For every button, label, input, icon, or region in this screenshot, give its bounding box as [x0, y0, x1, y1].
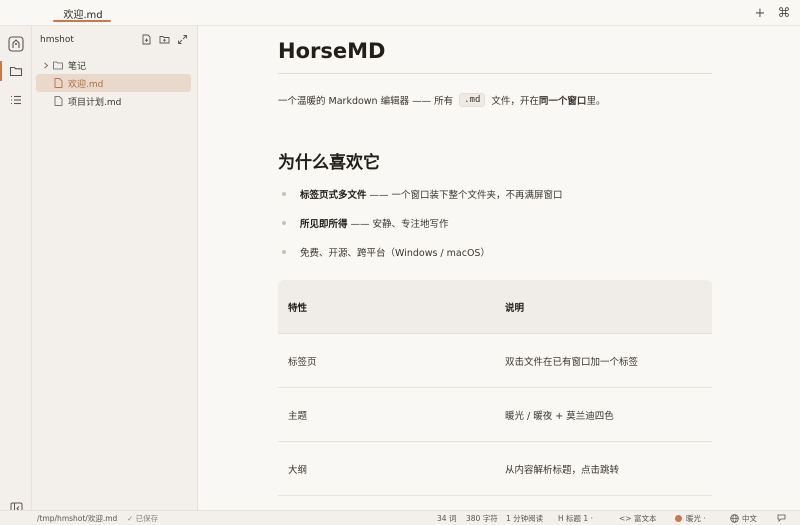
- new-file-icon: [142, 34, 151, 45]
- activity-bar: [0, 26, 32, 514]
- active-view-indicator: [0, 61, 2, 81]
- tree-item-label: 项目计划.md: [68, 97, 122, 108]
- table-header-cell: 说明: [505, 302, 525, 314]
- table-cell: 大纲: [288, 464, 308, 476]
- table-cell: 双击文件在已有窗口加一个标签: [505, 356, 639, 368]
- bold-text: 同一个窗口: [538, 96, 587, 107]
- list-item: 标签页式多文件 —— 一个窗口装下整个文件夹，不再满屏窗口: [282, 187, 563, 201]
- folder-icon: [9, 66, 23, 77]
- tree-folder-notes[interactable]: 笔记: [36, 56, 191, 74]
- language-selector[interactable]: 中文: [730, 513, 757, 524]
- tab-bar: 欢迎.md + ⌘: [0, 0, 800, 26]
- table-header-cell: 特性: [288, 302, 308, 314]
- section-heading: 为什么喜欢它: [278, 153, 380, 173]
- active-tab-indicator: [53, 20, 111, 22]
- table-row: 大纲 从内容解析标题，点击跳转: [278, 442, 712, 496]
- tree-item-label: 欢迎.md: [68, 79, 104, 90]
- list-item: 所见即所得 —— 安静、专注地写作: [282, 216, 449, 230]
- intro-paragraph: 一个温暖的 Markdown 编辑器 —— 所有 .md 文件，开在 同一个窗口…: [278, 93, 606, 107]
- tree-file-welcome[interactable]: 欢迎.md: [36, 74, 191, 92]
- document-title: HorseMD: [278, 39, 386, 63]
- theme-selector[interactable]: 暖光 ·: [675, 513, 706, 524]
- globe-icon: [730, 514, 739, 523]
- table-header-row: 特性 说明: [278, 280, 712, 334]
- table-cell: 主题: [288, 410, 308, 422]
- new-tab-button[interactable]: +: [750, 3, 770, 23]
- table-row: 标签页 双击文件在已有窗口加一个标签: [278, 334, 712, 388]
- heading-selector[interactable]: H 标题 1 ·: [558, 513, 593, 524]
- tree-file-project-plan[interactable]: 项目计划.md: [36, 92, 191, 110]
- table-cell: 标签页: [288, 356, 317, 368]
- expand-sidebar-button[interactable]: [176, 33, 189, 46]
- char-count: 380 字符: [466, 514, 498, 523]
- app-logo-button[interactable]: [4, 32, 28, 56]
- file-icon: [52, 78, 64, 88]
- horse-logo-icon: [8, 36, 24, 52]
- folder-icon: [52, 61, 64, 70]
- files-view-button[interactable]: [4, 59, 28, 83]
- status-bar: /tmp/hmshot/欢迎.md ✓ 已保存 34 词 380 字符 1 分钟…: [0, 510, 800, 525]
- table-cell: 暖光 / 暖夜 + 莫兰迪四色: [505, 410, 614, 422]
- tab-label: 欢迎.md: [63, 9, 103, 21]
- save-status: ✓ 已保存: [127, 514, 159, 523]
- chevron-right-icon: [40, 61, 52, 69]
- tree-item-label: 笔记: [68, 61, 87, 72]
- table-cell: 从内容解析标题，点击跳转: [505, 464, 620, 476]
- new-file-button[interactable]: [140, 33, 153, 46]
- theme-color-dot: [675, 515, 682, 522]
- table-row: 主题 暖光 / 暖夜 + 莫兰迪四色: [278, 388, 712, 442]
- file-icon: [52, 96, 64, 106]
- command-icon: ⌘: [777, 5, 791, 21]
- list-item: 免费、开源、跨平台（Windows / macOS）: [282, 245, 490, 259]
- plus-icon: +: [754, 5, 766, 21]
- word-count: 34 词: [437, 514, 457, 523]
- sidebar-toolbar: [140, 33, 189, 46]
- tab-welcome[interactable]: 欢迎.md: [53, 0, 113, 26]
- editor-pane[interactable]: HorseMD 一个温暖的 Markdown 编辑器 —— 所有 .md 文件，…: [198, 26, 800, 510]
- editor-mode-toggle[interactable]: <> 富文本: [619, 513, 656, 524]
- read-time: 1 分钟阅读: [506, 514, 544, 523]
- command-button[interactable]: ⌘: [774, 3, 794, 23]
- feature-table: 特性 说明 标签页 双击文件在已有窗口加一个标签 主题 暖光 / 暖夜 + 莫兰…: [278, 280, 712, 496]
- feedback-icon: [777, 514, 786, 522]
- outline-view-button[interactable]: [4, 88, 28, 112]
- new-folder-icon: [159, 36, 170, 44]
- file-sidebar: hmshot 笔记 欢迎.md 项目计划.md: [32, 26, 198, 510]
- new-folder-button[interactable]: [158, 33, 171, 46]
- heading-divider: [278, 73, 712, 74]
- expand-icon: [178, 35, 187, 44]
- list-icon: [11, 95, 21, 105]
- inline-code: .md: [459, 93, 486, 107]
- file-path: /tmp/hmshot/欢迎.md: [37, 514, 118, 523]
- feedback-button[interactable]: [777, 513, 786, 522]
- workspace-title: hmshot: [40, 35, 74, 45]
